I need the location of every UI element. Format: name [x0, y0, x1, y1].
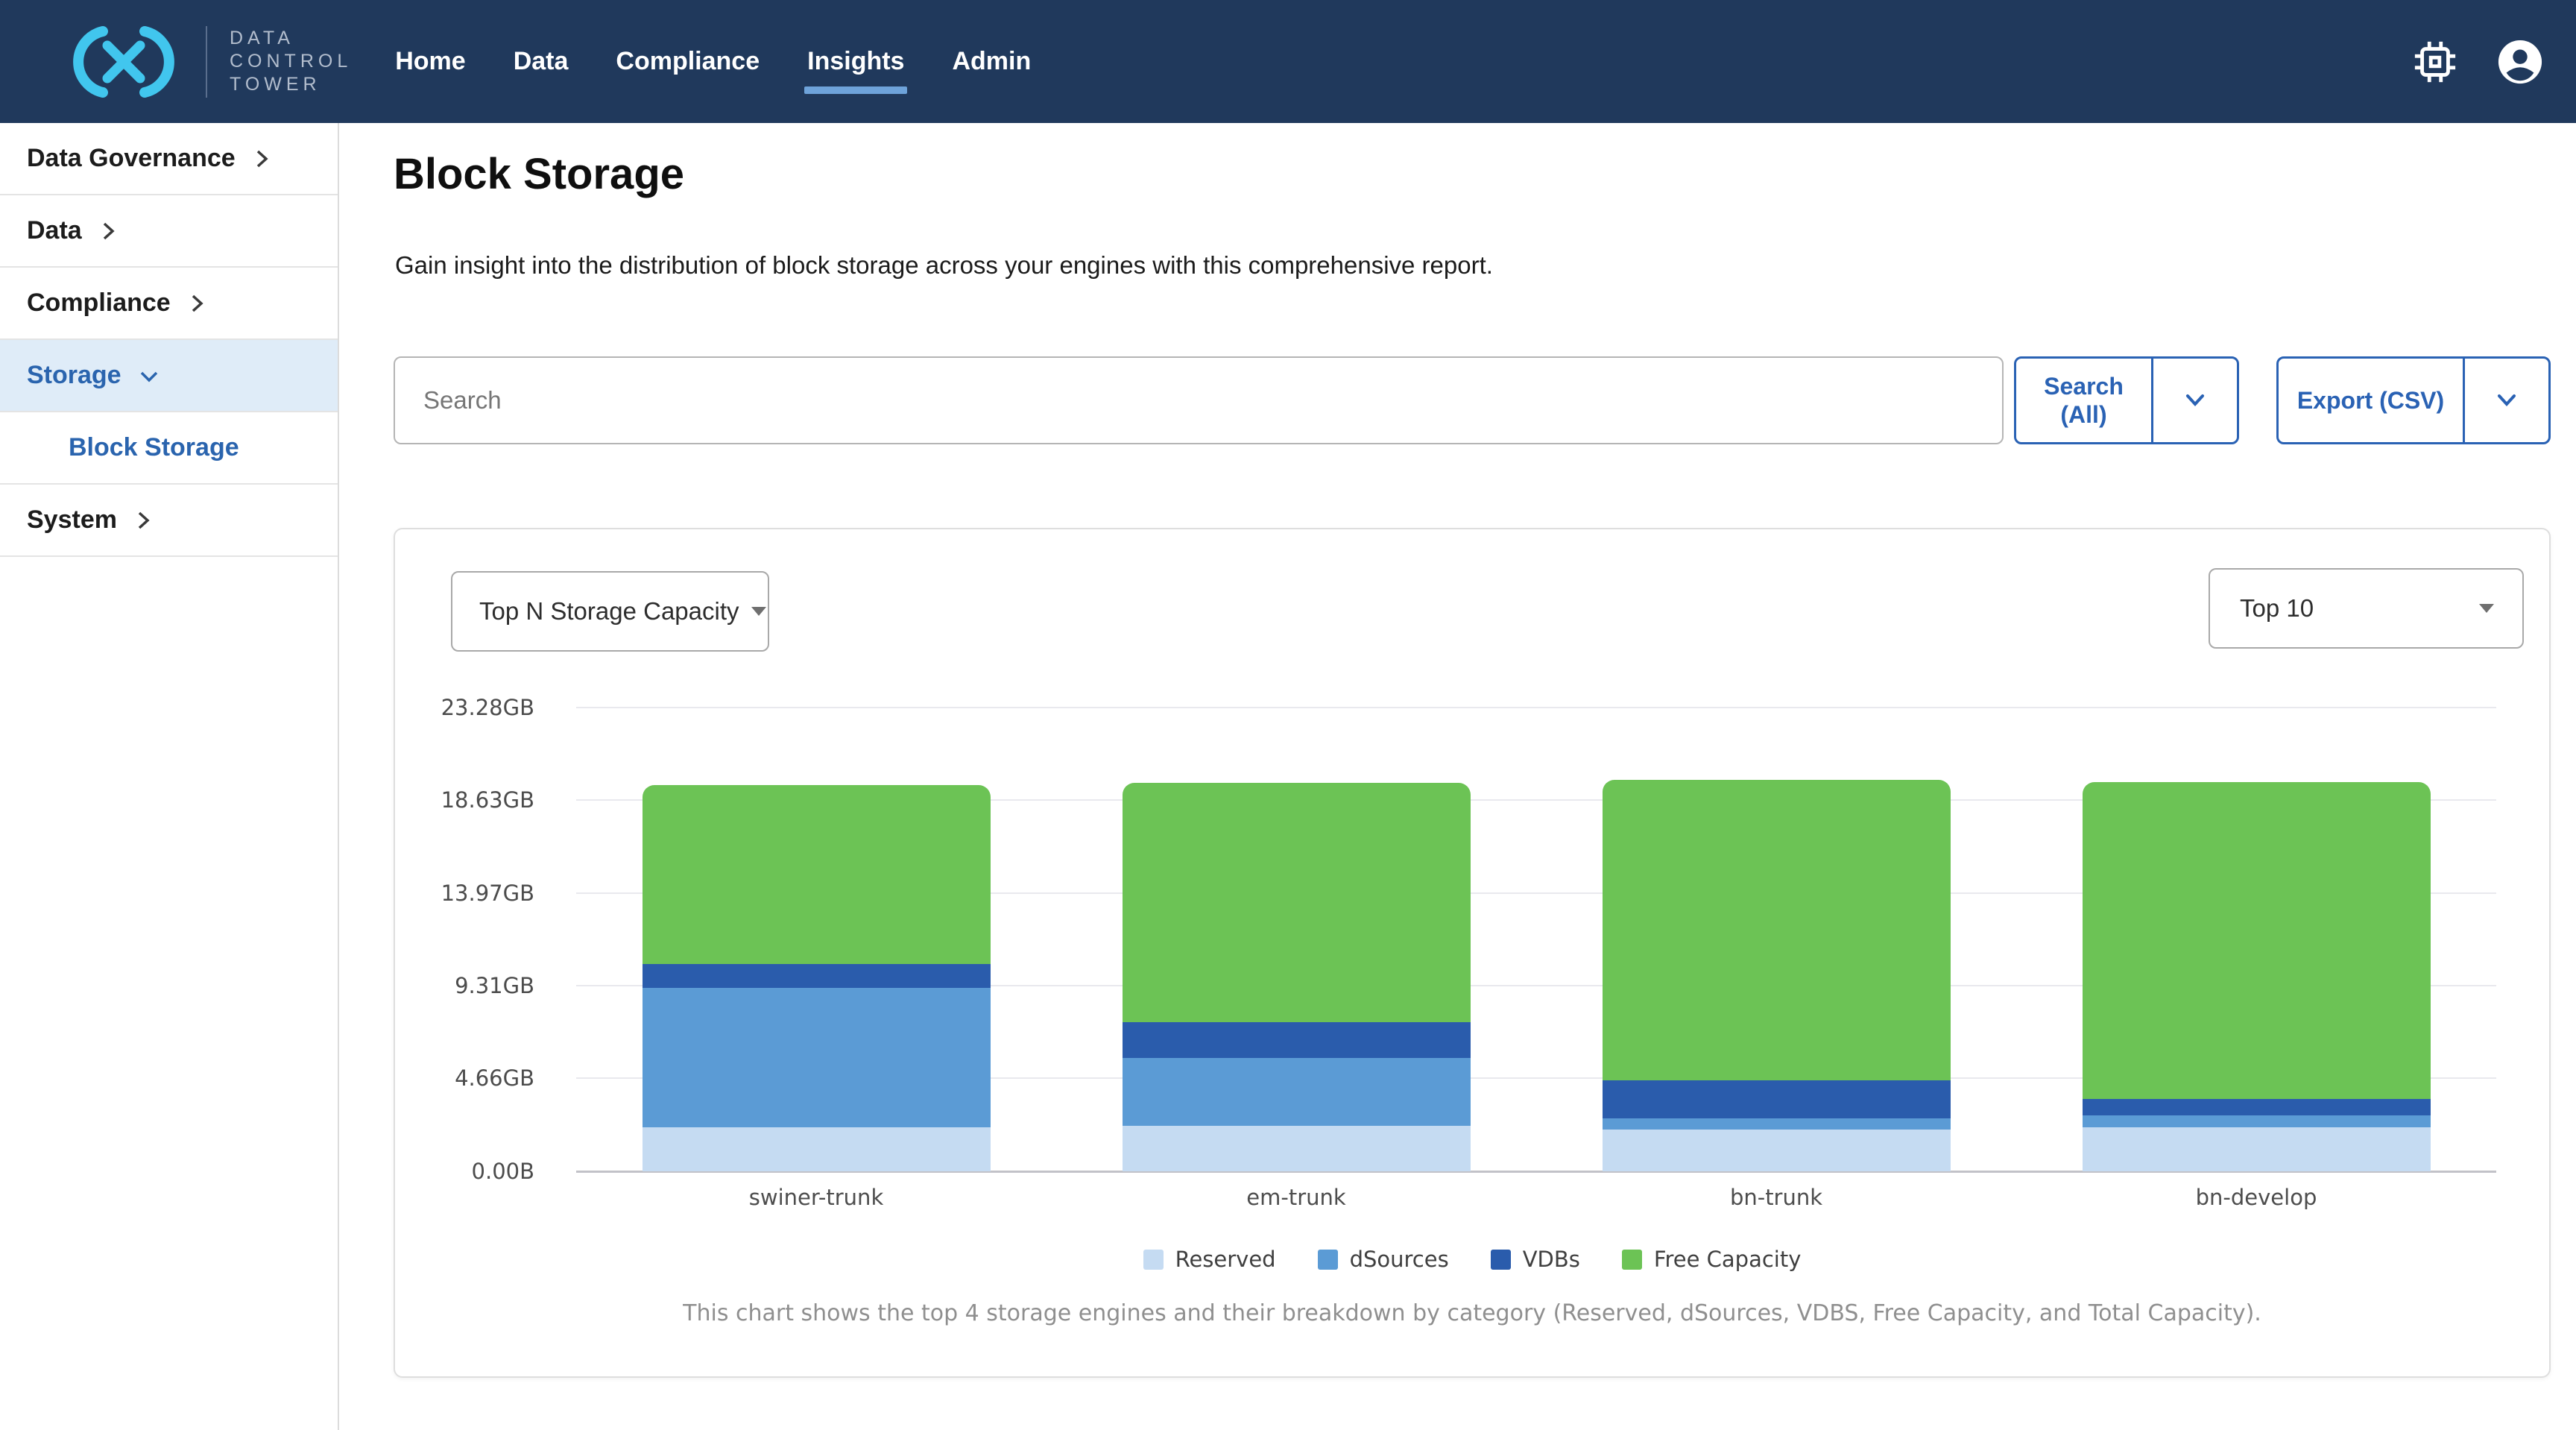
chip-icon[interactable]: [2412, 39, 2458, 85]
chart-card: Top N Storage Capacity Top 10 0.00B4.66G…: [394, 528, 2551, 1378]
nav-item-data[interactable]: Data: [514, 40, 569, 84]
chart-legend: Reserved dSources VDBs Free Capacity: [395, 1247, 2549, 1272]
app-header: DATA CONTROL TOWER Home Data Compliance …: [0, 0, 2576, 123]
sidebar-item-label: System: [27, 505, 117, 535]
page-description: Gain insight into the distribution of bl…: [395, 251, 1493, 280]
sidebar-item-data-governance[interactable]: Data Governance: [0, 123, 338, 195]
legend-label: Reserved: [1175, 1247, 1276, 1272]
sidebar-item-label: Data: [27, 216, 82, 245]
bar-segment-vdbs[interactable]: [1603, 1080, 1951, 1118]
x-axis-category-label: bn-trunk: [1590, 1185, 1963, 1210]
chart-caption: This chart shows the top 4 storage engin…: [395, 1300, 2549, 1326]
bar-segment-reserved[interactable]: [643, 1127, 991, 1171]
bar-segment-free-capacity[interactable]: [1603, 780, 1951, 1080]
legend-swatch: [1491, 1250, 1511, 1270]
x-axis-category-label: bn-develop: [2070, 1185, 2443, 1210]
brand-line: DATA: [230, 27, 352, 50]
gridline: [576, 707, 2496, 708]
legend-item-vdbs[interactable]: VDBs: [1491, 1247, 1580, 1272]
legend-label: VDBs: [1523, 1247, 1580, 1272]
y-axis-tick-label: 0.00B: [388, 1159, 534, 1184]
search-all-button[interactable]: Search (All): [2016, 359, 2151, 442]
metric-select[interactable]: Top N Storage Capacity: [451, 571, 769, 652]
bar-segment-free-capacity[interactable]: [1123, 783, 1471, 1022]
stacked-bar-swiner-trunk[interactable]: [643, 785, 991, 1171]
sidebar-item-label: Data Governance: [27, 144, 236, 173]
sidebar-item-block-storage[interactable]: Block Storage: [0, 412, 338, 485]
nav-item-compliance[interactable]: Compliance: [616, 40, 760, 84]
chevron-right-icon: [186, 292, 208, 315]
sidebar-item-data[interactable]: Data: [0, 195, 338, 268]
legend-label: Free Capacity: [1654, 1247, 1802, 1272]
bar-segment-free-capacity[interactable]: [643, 785, 991, 964]
metric-select-value: Top N Storage Capacity: [479, 597, 739, 626]
legend-item-reserved[interactable]: Reserved: [1143, 1247, 1276, 1272]
y-axis-tick-label: 18.63GB: [388, 787, 534, 813]
bar-segment-dsources[interactable]: [2083, 1115, 2431, 1127]
stacked-bar-em-trunk[interactable]: [1123, 783, 1471, 1171]
nav-item-admin[interactable]: Admin: [952, 40, 1031, 84]
header-actions: [2412, 39, 2554, 85]
y-axis-tick-label: 13.97GB: [388, 881, 534, 906]
chevron-down-icon: [136, 365, 162, 387]
page-title: Block Storage: [394, 149, 684, 199]
stacked-bar-bn-trunk[interactable]: [1603, 780, 1951, 1171]
brand-wordmark: DATA CONTROL TOWER: [230, 27, 352, 96]
chevron-down-icon: [2493, 391, 2520, 409]
y-axis-tick-label: 4.66GB: [388, 1065, 534, 1091]
caret-down-icon: [751, 607, 766, 616]
brand-line: TOWER: [230, 73, 352, 96]
sidebar-item-label: Block Storage: [69, 433, 239, 462]
chevron-right-icon: [132, 509, 154, 532]
bar-segment-reserved[interactable]: [1123, 1126, 1471, 1171]
nav-item-insights[interactable]: Insights: [807, 40, 904, 84]
account-circle-icon[interactable]: [2497, 39, 2543, 85]
sidebar-item-label: Storage: [27, 361, 121, 390]
search-options-dropdown-button[interactable]: [2153, 359, 2237, 442]
search-input[interactable]: [394, 356, 2004, 444]
legend-swatch: [1318, 1250, 1338, 1270]
sidebar-item-compliance[interactable]: Compliance: [0, 268, 338, 340]
bar-segment-reserved[interactable]: [1603, 1130, 1951, 1171]
x-axis-category-label: swiner-trunk: [630, 1185, 1003, 1210]
search-all-split-button: Search (All): [2014, 356, 2239, 444]
legend-item-free-capacity[interactable]: Free Capacity: [1622, 1247, 1802, 1272]
bar-segment-vdbs[interactable]: [643, 964, 991, 988]
bar-segment-vdbs[interactable]: [2083, 1099, 2431, 1116]
sidebar-item-system[interactable]: System: [0, 485, 338, 557]
brand-logo-icon[interactable]: [64, 21, 183, 103]
legend-swatch: [1143, 1250, 1164, 1270]
y-axis-tick-label: 9.31GB: [388, 973, 534, 998]
y-axis-tick-label: 23.28GB: [388, 695, 534, 720]
bar-segment-dsources[interactable]: [1123, 1058, 1471, 1126]
export-csv-button[interactable]: Export (CSV): [2279, 359, 2463, 442]
legend-swatch: [1622, 1250, 1642, 1270]
caret-down-icon: [2479, 604, 2494, 613]
stacked-bar-bn-develop[interactable]: [2083, 782, 2431, 1171]
main-nav: Home Data Compliance Insights Admin: [395, 40, 1031, 84]
x-axis-category-label: em-trunk: [1110, 1185, 1483, 1210]
topn-select-value: Top 10: [2240, 594, 2314, 623]
topn-select[interactable]: Top 10: [2209, 568, 2524, 649]
brand-line: CONTROL: [230, 50, 352, 73]
bar-segment-reserved[interactable]: [2083, 1127, 2431, 1171]
chevron-right-icon: [97, 220, 119, 242]
chart-plot: 0.00B4.66GB9.31GB13.97GB18.63GB23.28GBsw…: [576, 708, 2496, 1171]
bar-segment-vdbs[interactable]: [1123, 1022, 1471, 1058]
bar-segment-dsources[interactable]: [1603, 1118, 1951, 1130]
chevron-right-icon: [250, 148, 273, 170]
bar-segment-dsources[interactable]: [643, 988, 991, 1127]
nav-item-home[interactable]: Home: [395, 40, 465, 84]
export-csv-split-button: Export (CSV): [2276, 356, 2551, 444]
chevron-down-icon: [2182, 391, 2209, 409]
brand-divider: [206, 26, 207, 98]
sidebar-item-storage[interactable]: Storage: [0, 340, 338, 412]
sidebar-item-label: Compliance: [27, 289, 171, 318]
legend-label: dSources: [1350, 1247, 1449, 1272]
bar-segment-free-capacity[interactable]: [2083, 782, 2431, 1099]
sidebar: Data Governance Data Compliance Storage …: [0, 123, 339, 1430]
legend-item-dsources[interactable]: dSources: [1318, 1247, 1449, 1272]
export-options-dropdown-button[interactable]: [2465, 359, 2548, 442]
